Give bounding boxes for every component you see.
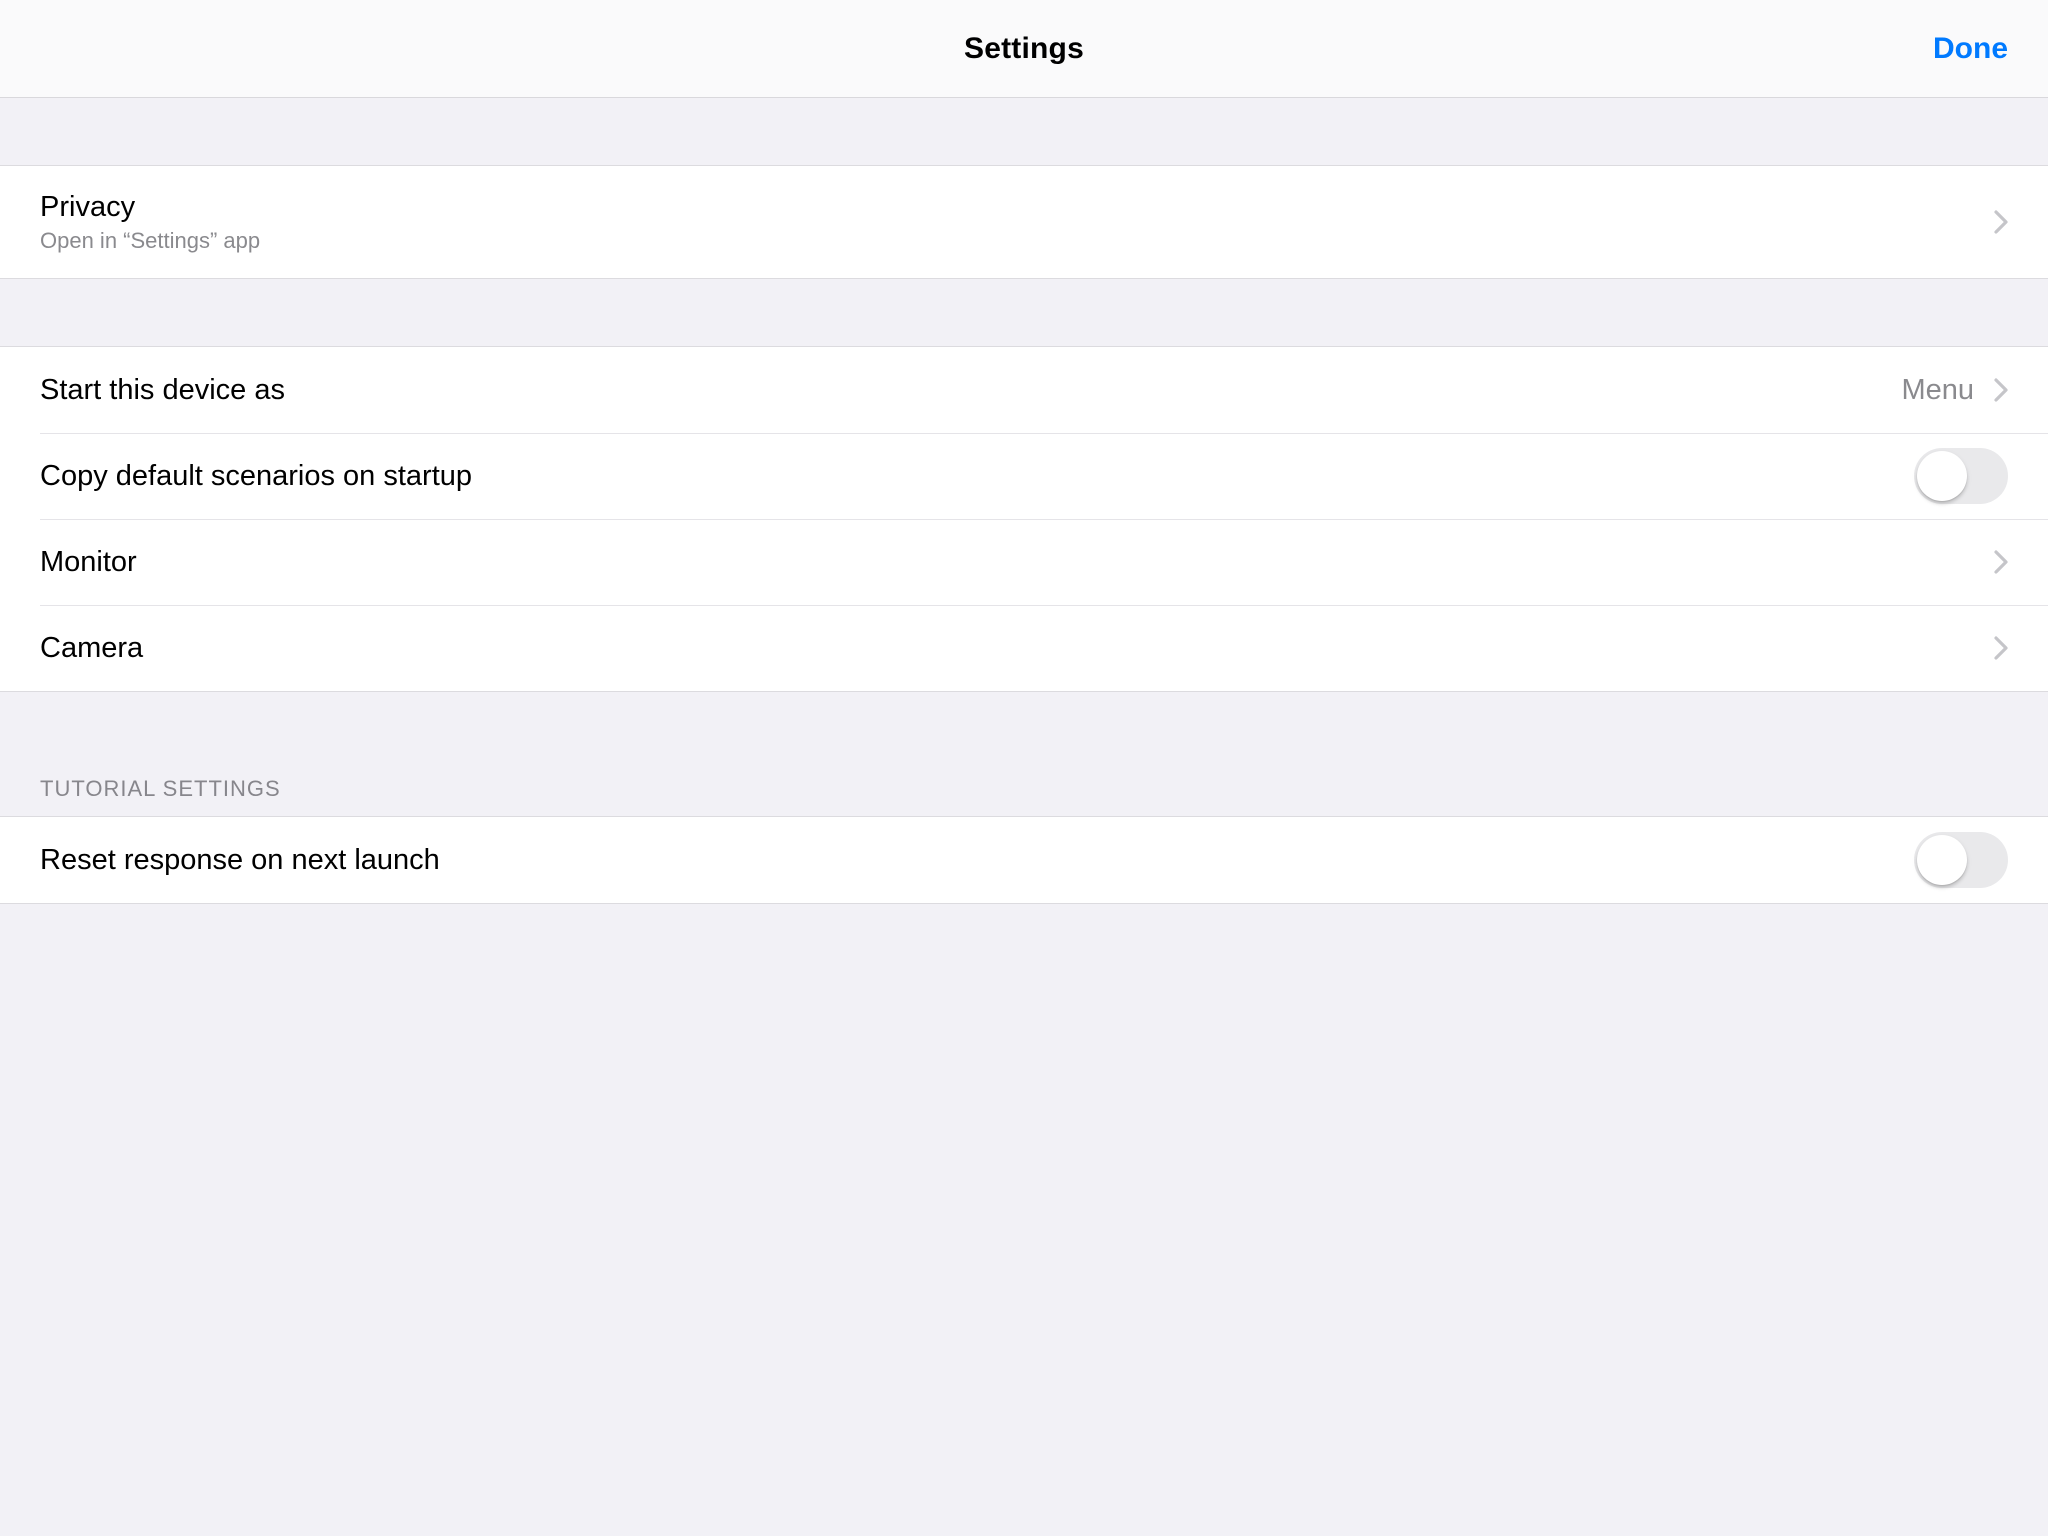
row-privacy-title: Privacy xyxy=(40,190,1988,225)
copy-default-scenarios-switch[interactable] xyxy=(1914,448,2008,504)
row-copy-default-scenarios-label: Copy default scenarios on startup xyxy=(40,459,472,494)
page-title: Settings xyxy=(964,32,1084,66)
row-privacy-subtitle: Open in “Settings” app xyxy=(40,228,1988,254)
section-spacer xyxy=(0,279,2048,346)
chevron-right-icon xyxy=(1994,210,2008,234)
row-start-device-as-value: Menu xyxy=(1901,374,1974,407)
row-start-device-as-label: Start this device as xyxy=(40,373,285,408)
navbar: Settings Done xyxy=(0,0,2048,98)
row-monitor-label: Monitor xyxy=(40,545,137,580)
row-reset-response-label: Reset response on next launch xyxy=(40,843,440,878)
chevron-right-icon xyxy=(1994,636,2008,660)
chevron-right-icon xyxy=(1994,550,2008,574)
row-camera-label: Camera xyxy=(40,631,143,666)
row-copy-default-scenarios[interactable]: Copy default scenarios on startup xyxy=(0,433,2048,519)
switch-knob xyxy=(1917,835,1967,885)
section-general: Start this device as Menu Copy default s… xyxy=(0,279,2048,692)
section-tutorial: Tutorial Settings Reset response on next… xyxy=(0,692,2048,904)
reset-response-switch[interactable] xyxy=(1914,832,2008,888)
chevron-right-icon xyxy=(1994,378,2008,402)
group-tutorial: Reset response on next launch xyxy=(0,816,2048,904)
row-titles: Privacy Open in “Settings” app xyxy=(40,172,1988,273)
row-monitor[interactable]: Monitor xyxy=(0,519,2048,605)
section-spacer xyxy=(0,98,2048,165)
section-privacy: Privacy Open in “Settings” app xyxy=(0,98,2048,279)
group-general: Start this device as Menu Copy default s… xyxy=(0,346,2048,692)
row-camera[interactable]: Camera xyxy=(0,605,2048,691)
row-start-device-as[interactable]: Start this device as Menu xyxy=(0,347,2048,433)
done-button[interactable]: Done xyxy=(1933,0,2008,97)
row-reset-response[interactable]: Reset response on next launch xyxy=(0,817,2048,903)
row-privacy[interactable]: Privacy Open in “Settings” app xyxy=(0,166,2048,278)
section-tutorial-header: Tutorial Settings xyxy=(0,692,2048,816)
group-privacy: Privacy Open in “Settings” app xyxy=(0,165,2048,279)
switch-knob xyxy=(1917,451,1967,501)
